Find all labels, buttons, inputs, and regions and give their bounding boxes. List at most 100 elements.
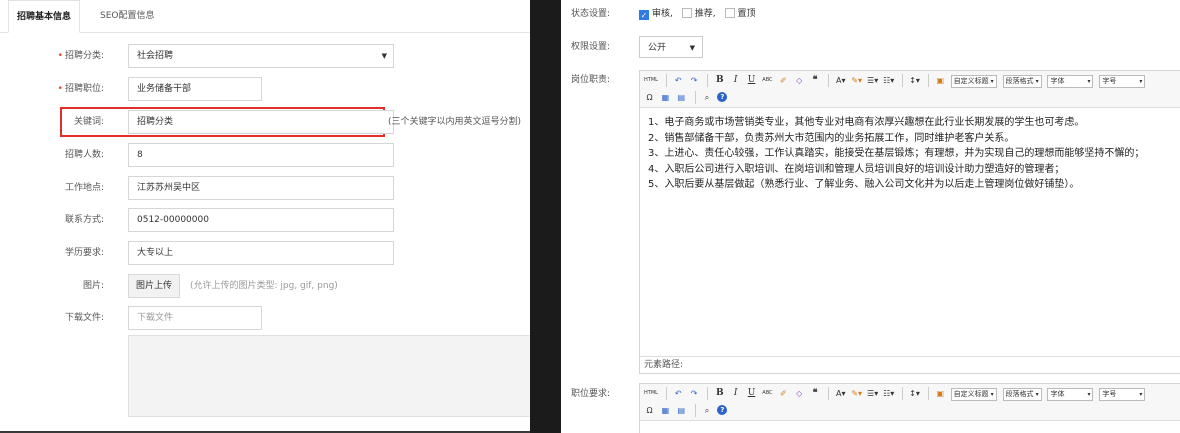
- element-path-bar: 元素路径:: [640, 356, 1180, 373]
- strikethrough-icon[interactable]: ABC: [762, 387, 773, 400]
- eraser-icon[interactable]: ◇: [794, 74, 805, 87]
- image-insert-icon[interactable]: ▣: [935, 387, 946, 400]
- status-audit-option[interactable]: ✓ 审核,: [639, 9, 673, 20]
- contact-label: 联系方式:: [64, 215, 104, 225]
- search-replace-icon[interactable]: ⌕: [702, 91, 713, 104]
- description-textarea[interactable]: [128, 335, 530, 417]
- content-line: 3、上进心、责任心较强，工作认真踏实，能接受在基层锻炼；有理想，并为实现自己的理…: [648, 148, 1145, 159]
- paragraph-format-dropdown[interactable]: 段落格式 ▾: [1002, 75, 1042, 88]
- content-line: 1、电子商务或市场营销类专业，其他专业对电商有浓厚兴趣想在此行业长期发展的学生也…: [648, 117, 1085, 128]
- eraser-icon[interactable]: ◇: [794, 387, 805, 400]
- checkbox-icon[interactable]: [724, 8, 735, 18]
- font-family-dropdown[interactable]: 字体 ▾: [1047, 75, 1094, 88]
- status-options: ✓ 审核, 推荐, 置顶: [639, 3, 762, 25]
- upload-hint: (允许上传的图片类型: jpg, gif, png): [190, 281, 338, 291]
- html-source-icon[interactable]: HTML: [644, 387, 658, 400]
- keywords-hint: (三个关键字以内用英文逗号分割): [388, 117, 522, 127]
- duty-label: 岗位职责:: [571, 75, 611, 85]
- font-size-dropdown[interactable]: 字号 ▾: [1099, 75, 1146, 88]
- format-brush-icon[interactable]: ✐: [778, 74, 789, 87]
- checkbox-icon[interactable]: [681, 8, 692, 18]
- search-replace-icon[interactable]: ⌕: [702, 404, 713, 417]
- status-label: 状态设置:: [571, 9, 611, 19]
- chevron-down-icon: ▼: [381, 52, 387, 60]
- contact-input[interactable]: 0512-00000000: [128, 208, 394, 232]
- help-icon[interactable]: ?: [717, 405, 728, 415]
- special-char-icon[interactable]: Ω: [644, 404, 655, 417]
- media-icon[interactable]: ▤: [676, 91, 687, 104]
- detail-panel: 状态设置: ✓ 审核, 推荐, 置顶 权限设置: 公开 ▼ 岗位职责: HTML ↶…: [561, 0, 1180, 433]
- undo-icon[interactable]: ↶: [673, 387, 684, 400]
- keywords-input[interactable]: 招聘分类: [128, 110, 394, 134]
- italic-icon[interactable]: I: [730, 387, 741, 400]
- highlight-color-icon[interactable]: ✎▾: [851, 74, 862, 87]
- editor-content[interactable]: 1、电子商务或市场营销类专业，其他专业对电商有浓厚兴趣想在此行业长期发展的学生也…: [640, 108, 1180, 200]
- font-family-dropdown[interactable]: 字体 ▾: [1047, 388, 1094, 401]
- quote-icon[interactable]: ❝: [810, 74, 821, 87]
- redo-icon[interactable]: ↷: [689, 74, 700, 87]
- tab-seo-config[interactable]: SEO配置信息: [92, 0, 162, 32]
- ordered-list-icon[interactable]: ☰▾: [867, 74, 878, 87]
- editor-toolbar: HTML ↶ ↷ B I U ABC ✐ ◇ ❝ A▾ ✎▾ ☰▾ ☷▾ ↕▾: [640, 71, 1180, 108]
- font-color-icon[interactable]: A▾: [835, 74, 846, 87]
- education-input[interactable]: 大专以上: [128, 241, 394, 265]
- html-source-icon[interactable]: HTML: [644, 74, 658, 87]
- permission-select[interactable]: 公开 ▼: [639, 36, 703, 58]
- education-label: 学历要求:: [64, 248, 104, 258]
- media-icon[interactable]: ▤: [676, 404, 687, 417]
- position-label: • 招聘职位:: [57, 84, 104, 94]
- content-line: 4、入职后公司进行入职培训、在岗培训和管理人员培训良好的培训设计助力塑造好的管理…: [648, 163, 1065, 175]
- download-label: 下载文件:: [64, 313, 104, 323]
- status-top-option[interactable]: 置顶: [724, 8, 756, 19]
- count-row: 招聘人数: 8: [0, 143, 530, 167]
- special-char-icon[interactable]: Ω: [644, 91, 655, 104]
- image-label: 图片:: [82, 281, 104, 291]
- image-insert-icon[interactable]: ▣: [935, 74, 946, 87]
- underline-icon[interactable]: U: [746, 74, 757, 87]
- checkbox-checked-icon[interactable]: ✓: [639, 10, 649, 20]
- location-input[interactable]: 江苏苏州吴中区: [128, 176, 394, 200]
- undo-icon[interactable]: ↶: [673, 74, 684, 87]
- table-icon[interactable]: ▦: [660, 404, 671, 417]
- line-height-icon[interactable]: ↕▾: [909, 387, 920, 400]
- download-input[interactable]: 下载文件: [128, 306, 262, 330]
- redo-icon[interactable]: ↷: [689, 387, 700, 400]
- keywords-label: 关键词:: [73, 117, 104, 127]
- strikethrough-icon[interactable]: ABC: [762, 74, 773, 87]
- highlight-color-icon[interactable]: ✎▾: [851, 387, 862, 400]
- bold-icon[interactable]: B: [714, 74, 725, 87]
- unordered-list-icon[interactable]: ☷▾: [883, 74, 894, 87]
- italic-icon[interactable]: I: [730, 74, 741, 87]
- help-icon[interactable]: ?: [717, 92, 728, 102]
- category-select[interactable]: 社会招聘 ▼: [128, 44, 394, 68]
- keywords-row: 关键词: 招聘分类 (三个关键字以内用英文逗号分割): [0, 110, 530, 134]
- custom-title-dropdown[interactable]: 自定义标题 ▾: [950, 388, 997, 401]
- underline-icon[interactable]: U: [746, 387, 757, 400]
- font-color-icon[interactable]: A▾: [835, 387, 846, 400]
- quote-icon[interactable]: ❝: [810, 387, 821, 400]
- count-label: 招聘人数:: [64, 150, 104, 160]
- status-recommend-option[interactable]: 推荐,: [681, 8, 716, 19]
- download-row: 下载文件: 下载文件: [0, 306, 530, 330]
- format-brush-icon[interactable]: ✐: [778, 387, 789, 400]
- location-label: 工作地点:: [64, 183, 104, 193]
- basic-info-panel: 招聘基本信息 SEO配置信息 • 招聘分类: 社会招聘 ▼ • 招聘职位: 业务储备干…: [0, 0, 530, 433]
- line-height-icon[interactable]: ↕▾: [909, 74, 920, 87]
- font-size-dropdown[interactable]: 字号 ▾: [1099, 388, 1146, 401]
- editor-toolbar: HTML ↶ ↷ B I U ABC ✐ ◇ ❝ A▾ ✎▾ ☰▾ ☷▾ ↕▾: [640, 384, 1180, 421]
- table-icon[interactable]: ▦: [660, 91, 671, 104]
- status-row: 状态设置: ✓ 审核, 推荐, 置顶: [561, 3, 1180, 25]
- position-input[interactable]: 业务储备干部: [128, 77, 262, 101]
- count-input[interactable]: 8: [128, 143, 394, 167]
- position-row: • 招聘职位: 业务储备干部: [0, 77, 530, 101]
- tab-basic-info[interactable]: 招聘基本信息: [8, 0, 81, 33]
- ordered-list-icon[interactable]: ☰▾: [867, 387, 878, 400]
- location-row: 工作地点: 江苏苏州吴中区: [0, 176, 530, 200]
- unordered-list-icon[interactable]: ☷▾: [883, 387, 894, 400]
- custom-title-dropdown[interactable]: 自定义标题 ▾: [950, 75, 997, 88]
- image-row: 图片: 图片上传 (允许上传的图片类型: jpg, gif, png): [0, 274, 530, 298]
- permission-label: 权限设置:: [571, 42, 611, 52]
- paragraph-format-dropdown[interactable]: 段落格式 ▾: [1002, 388, 1042, 401]
- bold-icon[interactable]: B: [714, 387, 725, 400]
- upload-image-button[interactable]: 图片上传: [128, 274, 181, 298]
